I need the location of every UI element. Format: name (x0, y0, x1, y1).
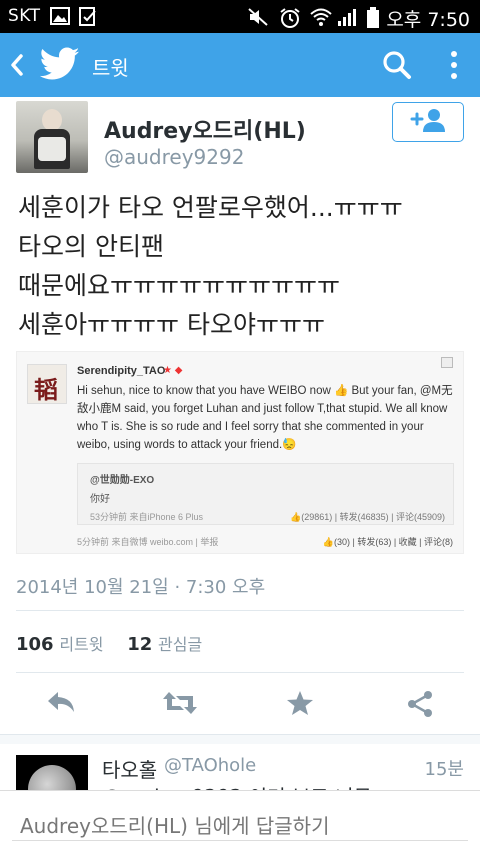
weibo-stats: 👍(30) | 转发(63) | 收藏 | 评论(8) (322, 537, 453, 547)
tweet-text: 세훈이가 타오 언팔로우했어...ㅠㅠㅠ 타오의 안티팬 때문에요ㅠㅠㅠㅠㅠㅠㅠ… (18, 193, 403, 339)
repost-user: @世勋勋-EXO (90, 475, 155, 486)
reply-time: 15분 (424, 759, 464, 780)
retweet-label[interactable]: 리트윗 (59, 635, 103, 654)
weibo-user: Serendipity_TAO (77, 365, 166, 377)
status-bar: SKT 오후 7:50 (0, 0, 480, 33)
reply-author-handle[interactable]: @TAOhole (164, 755, 256, 776)
weibo-repost: @世勋勋-EXO 你好 53分钟前 来自iPhone 6 Plus 👍(2986… (77, 463, 454, 525)
battery-icon (366, 7, 380, 33)
author-handle[interactable]: @audrey9292 (104, 145, 244, 169)
follow-user-icon (409, 107, 447, 137)
twitter-bird-icon[interactable] (39, 47, 80, 85)
signal-icon (337, 7, 359, 31)
search-icon[interactable] (382, 50, 412, 84)
favorite-label[interactable]: 관심글 (158, 635, 202, 654)
reply-icon[interactable] (46, 690, 76, 718)
retweet-icon[interactable] (162, 690, 198, 720)
weibo-avatar: 韬 (27, 364, 67, 404)
weibo-avatar-char: 韬 (34, 377, 58, 404)
screen-title: 트윗 (92, 56, 129, 80)
divider (16, 610, 464, 611)
retweet-count[interactable]: 106 (16, 634, 54, 655)
tweet-stats: 106 리트윗 12 관심글 (16, 631, 220, 655)
author-avatar[interactable] (16, 101, 88, 173)
verified-badge-icon: ★ ◆ (163, 365, 183, 376)
alarm-icon (279, 7, 301, 33)
tweet-image[interactable]: 韬 Serendipity_TAO ★ ◆ Hi sehun, nice to … (16, 351, 464, 554)
download-done-icon (78, 7, 98, 31)
wifi-icon (309, 7, 333, 31)
gallery-icon (50, 7, 70, 29)
favorite-count[interactable]: 12 (127, 634, 152, 655)
overflow-menu-icon[interactable] (448, 49, 460, 85)
dropdown-icon (441, 357, 453, 368)
divider (16, 672, 464, 673)
status-time: 오후 7:50 (386, 9, 470, 31)
reply-compose-bar: Audrey오드리(HL) 님에게 답글하기 (0, 790, 480, 853)
mute-icon (247, 7, 269, 31)
reply-author-name[interactable]: 타오홀 (102, 754, 157, 783)
share-icon[interactable] (406, 690, 434, 722)
repost-meta: 53分钟前 来自iPhone 6 Plus (90, 512, 204, 522)
reply-input[interactable]: Audrey오드리(HL) 님에게 답글하기 (12, 805, 468, 841)
star-icon[interactable] (286, 690, 314, 720)
section-separator (0, 734, 480, 744)
action-bar: 트윗 (0, 33, 480, 97)
carrier-label: SKT (8, 6, 41, 26)
weibo-text: Hi sehun, nice to know that you have WEI… (77, 385, 453, 451)
repost-stats: 👍(29861) | 转发(46835) | 评论(45909) (290, 512, 445, 522)
follow-button[interactable] (392, 102, 464, 142)
weibo-meta: 5分钟前 来自微博 weibo.com | 举报 (77, 537, 219, 547)
repost-text: 你好 (90, 494, 110, 505)
author-name[interactable]: Audrey오드리(HL) (104, 113, 306, 145)
back-arrow-icon[interactable] (8, 53, 26, 81)
tweet-timestamp: 2014년 10월 21일 · 7:30 오후 (16, 577, 266, 598)
